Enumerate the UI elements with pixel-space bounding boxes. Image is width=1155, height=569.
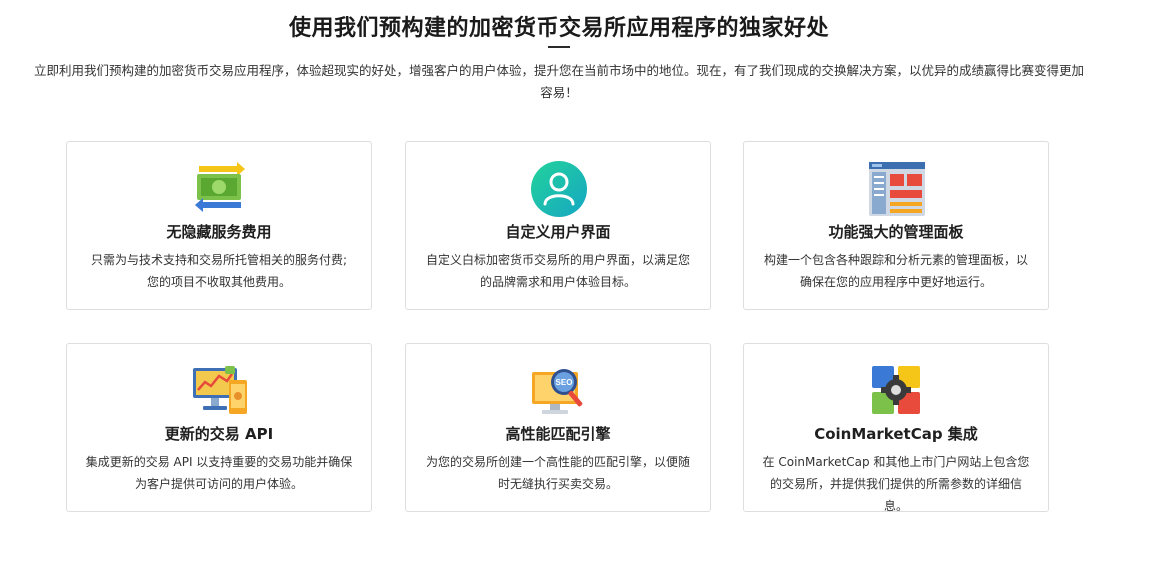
feature-card-custom-ui: 自定义用户界面 自定义白标加密货币交易所的用户界面，以满足您的品牌需求和用户体验… <box>405 141 711 310</box>
feature-card-admin-panel: 功能强大的管理面板 构建一个包含各种跟踪和分析元素的管理面板，以确保在您的应用程… <box>743 141 1049 310</box>
feature-description: 在 CoinMarketCap 和其他上市门户网站上包含您的交易所，并提供我们提… <box>762 455 1030 513</box>
feature-card-no-hidden-fees: 无隐藏服务费用 只需为与技术支持和交易所托管相关的服务付费;您的项目不收取其他费… <box>66 141 372 310</box>
feature-description: 构建一个包含各种跟踪和分析元素的管理面板，以确保在您的应用程序中更好地运行。 <box>763 253 1028 289</box>
trading-api-icon <box>189 362 251 420</box>
feature-description: 自定义白标加密货币交易所的用户界面，以满足您的品牌需求和用户体验目标。 <box>425 253 690 289</box>
money-transfer-icon <box>189 160 251 218</box>
feature-title: CoinMarketCap 集成 <box>814 425 978 443</box>
feature-description: 为您的交易所创建一个高性能的匹配引擎，以便随时无缝执行买卖交易。 <box>425 455 690 491</box>
feature-title: 无隐藏服务费用 <box>166 223 272 241</box>
dashboard-panel-icon <box>866 160 928 218</box>
feature-title: 功能强大的管理面板 <box>828 223 964 241</box>
feature-title: 自定义用户界面 <box>505 223 611 241</box>
feature-card-coinmarketcap: CoinMarketCap 集成 在 CoinMarketCap 和其他上市门户… <box>743 343 1049 513</box>
feature-card-trading-api: 更新的交易 API 集成更新的交易 API 以支持重要的交易功能并确保为客户提供… <box>66 343 372 512</box>
intro-text: 立即利用我们预构建的加密货币交易应用程序，体验超现实的好处，增强客户的用户体验，… <box>33 63 1084 100</box>
svg-text:SEO: SEO <box>556 378 573 387</box>
page-title: 使用我们预构建的加密货币交易所应用程序的独家好处 <box>288 16 829 41</box>
feature-title: 更新的交易 API <box>164 425 274 443</box>
feature-card-matching-engine: SEO 高性能匹配引擎 为您的交易所创建一个高性能的匹配引擎，以便随时无缝执行买… <box>405 343 711 512</box>
title-divider <box>548 46 570 48</box>
puzzle-gear-icon <box>866 362 928 420</box>
seo-monitor-icon: SEO <box>528 362 590 420</box>
user-profile-icon <box>528 160 590 218</box>
feature-description: 集成更新的交易 API 以支持重要的交易功能并确保为客户提供可访问的用户体验。 <box>85 455 353 491</box>
feature-description: 只需为与技术支持和交易所托管相关的服务付费;您的项目不收取其他费用。 <box>90 253 348 289</box>
feature-title: 高性能匹配引擎 <box>505 425 611 443</box>
